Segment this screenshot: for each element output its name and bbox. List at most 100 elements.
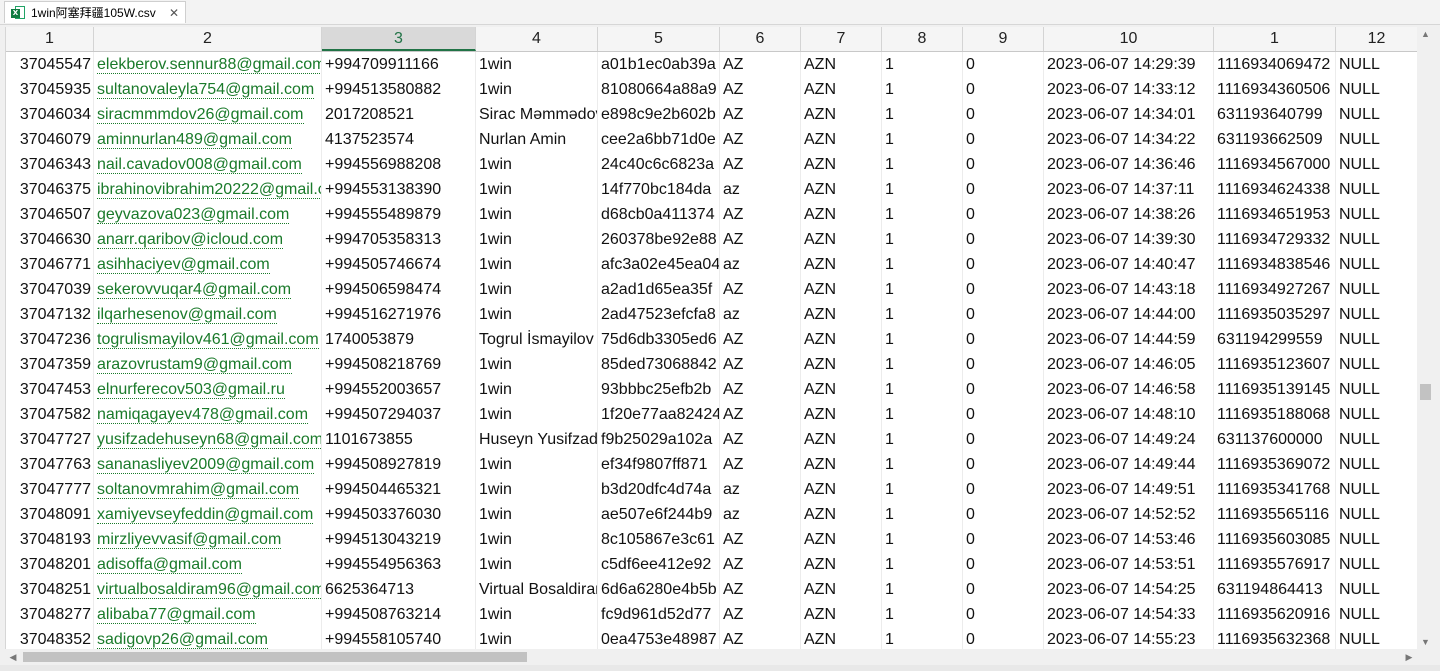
table-cell[interactable]: NULL [1336, 377, 1418, 402]
table-cell[interactable]: 1 [882, 427, 963, 452]
table-cell[interactable]: +994513580882 [322, 77, 476, 102]
table-cell[interactable]: 37046375 [6, 177, 94, 202]
table-cell[interactable]: 6625364713 [322, 577, 476, 602]
table-cell[interactable]: 631193640799 [1214, 102, 1336, 127]
table-cell[interactable]: AZ [720, 102, 801, 127]
file-tab[interactable]: X 1win阿塞拜疆105W.csv ✕ [4, 1, 186, 23]
table-cell[interactable]: 2023-06-07 14:43:18 [1044, 277, 1214, 302]
table-cell[interactable]: 2023-06-07 14:40:47 [1044, 252, 1214, 277]
table-cell[interactable]: NULL [1336, 627, 1418, 649]
email-cell[interactable]: ibrahinovibrahim20222@gmail.com [94, 177, 322, 202]
table-cell[interactable]: 1 [882, 227, 963, 252]
table-cell[interactable]: 1 [882, 102, 963, 127]
table-cell[interactable]: 81080664a88a9 [598, 77, 720, 102]
table-cell[interactable]: NULL [1336, 52, 1418, 77]
table-cell[interactable]: AZN [801, 402, 882, 427]
email-cell[interactable]: elnurferecov503@gmail.ru [94, 377, 322, 402]
table-cell[interactable]: 1116934651953 [1214, 202, 1336, 227]
table-cell[interactable]: 1116934567000 [1214, 152, 1336, 177]
table-cell[interactable]: 2017208521 [322, 102, 476, 127]
table-cell[interactable]: 2023-06-07 14:49:24 [1044, 427, 1214, 452]
email-cell[interactable]: sadigovp26@gmail.com [94, 627, 322, 649]
table-cell[interactable]: 4137523574 [322, 127, 476, 152]
table-cell[interactable]: 1win [476, 602, 598, 627]
table-cell[interactable]: 37047236 [6, 327, 94, 352]
table-cell[interactable]: NULL [1336, 252, 1418, 277]
table-cell[interactable]: AZN [801, 577, 882, 602]
table-cell[interactable]: d68cb0a411374 [598, 202, 720, 227]
horizontal-scroll-thumb[interactable] [23, 652, 527, 662]
table-cell[interactable]: 37045547 [6, 52, 94, 77]
table-cell[interactable]: 0 [963, 402, 1044, 427]
column-header-10[interactable]: 10 [1044, 27, 1214, 51]
scroll-up-icon[interactable]: ▲ [1417, 27, 1434, 41]
table-cell[interactable]: +994553138390 [322, 177, 476, 202]
column-header-2[interactable]: 2 [94, 27, 322, 51]
email-cell[interactable]: alibaba77@gmail.com [94, 602, 322, 627]
table-cell[interactable]: 37045935 [6, 77, 94, 102]
table-cell[interactable]: 2023-06-07 14:53:46 [1044, 527, 1214, 552]
email-link[interactable]: adisoffa@gmail.com [97, 556, 242, 574]
table-cell[interactable]: AZ [720, 52, 801, 77]
table-cell[interactable]: Sirac Məmmədov [476, 102, 598, 127]
table-cell[interactable]: +994504465321 [322, 477, 476, 502]
table-cell[interactable]: 631194299559 [1214, 327, 1336, 352]
table-cell[interactable]: 37048352 [6, 627, 94, 649]
table-cell[interactable]: NULL [1336, 227, 1418, 252]
table-cell[interactable]: 37047132 [6, 302, 94, 327]
table-cell[interactable]: 2023-06-07 14:54:33 [1044, 602, 1214, 627]
email-cell[interactable]: virtualbosaldiram96@gmail.com [94, 577, 322, 602]
table-cell[interactable]: +994507294037 [322, 402, 476, 427]
table-cell[interactable]: AZN [801, 602, 882, 627]
table-cell[interactable]: NULL [1336, 152, 1418, 177]
table-cell[interactable]: AZ [720, 152, 801, 177]
table-cell[interactable]: 2023-06-07 14:49:44 [1044, 452, 1214, 477]
table-cell[interactable]: 2023-06-07 14:44:59 [1044, 327, 1214, 352]
table-cell[interactable]: 0ea4753e48987 [598, 627, 720, 649]
table-cell[interactable]: AZN [801, 627, 882, 649]
table-cell[interactable]: AZN [801, 327, 882, 352]
table-cell[interactable]: 37047582 [6, 402, 94, 427]
table-cell[interactable]: fc9d961d52d77 [598, 602, 720, 627]
email-cell[interactable]: mirzliyevvasif@gmail.com [94, 527, 322, 552]
table-cell[interactable]: 1116935632368 [1214, 627, 1336, 649]
table-cell[interactable]: AZ [720, 227, 801, 252]
table-cell[interactable]: 1 [882, 452, 963, 477]
table-cell[interactable]: 1win [476, 277, 598, 302]
table-cell[interactable]: AZN [801, 352, 882, 377]
table-cell[interactable]: +994503376030 [322, 502, 476, 527]
table-cell[interactable]: AZN [801, 152, 882, 177]
table-cell[interactable]: AZN [801, 427, 882, 452]
table-cell[interactable]: AZN [801, 202, 882, 227]
email-cell[interactable]: togrulismayilov461@gmail.com [94, 327, 322, 352]
table-cell[interactable]: 0 [963, 602, 1044, 627]
table-cell[interactable]: 1116935341768 [1214, 477, 1336, 502]
table-cell[interactable]: 0 [963, 227, 1044, 252]
table-cell[interactable]: AZN [801, 552, 882, 577]
table-cell[interactable]: NULL [1336, 127, 1418, 152]
column-header-8[interactable]: 8 [882, 27, 963, 51]
table-cell[interactable]: +994558105740 [322, 627, 476, 649]
table-cell[interactable]: 37048193 [6, 527, 94, 552]
table-cell[interactable]: AZ [720, 202, 801, 227]
table-cell[interactable]: NULL [1336, 427, 1418, 452]
table-cell[interactable]: 0 [963, 452, 1044, 477]
table-cell[interactable]: 2ad47523efcfa8 [598, 302, 720, 327]
table-cell[interactable]: 37047777 [6, 477, 94, 502]
table-cell[interactable]: 37046507 [6, 202, 94, 227]
table-cell[interactable]: AZ [720, 427, 801, 452]
table-cell[interactable]: AZ [720, 552, 801, 577]
table-cell[interactable]: AZ [720, 377, 801, 402]
email-link[interactable]: elnurferecov503@gmail.ru [97, 381, 285, 399]
table-cell[interactable]: 1116934360506 [1214, 77, 1336, 102]
table-cell[interactable]: az [720, 302, 801, 327]
table-cell[interactable]: 1116934927267 [1214, 277, 1336, 302]
table-cell[interactable]: AZN [801, 277, 882, 302]
table-cell[interactable]: 1win [476, 502, 598, 527]
table-cell[interactable]: 1win [476, 177, 598, 202]
email-cell[interactable]: xamiyevseyfeddin@gmail.com [94, 502, 322, 527]
table-cell[interactable]: 2023-06-07 14:36:46 [1044, 152, 1214, 177]
table-cell[interactable]: b3d20dfc4d74a [598, 477, 720, 502]
table-cell[interactable]: 1 [882, 477, 963, 502]
table-cell[interactable]: AZN [801, 127, 882, 152]
